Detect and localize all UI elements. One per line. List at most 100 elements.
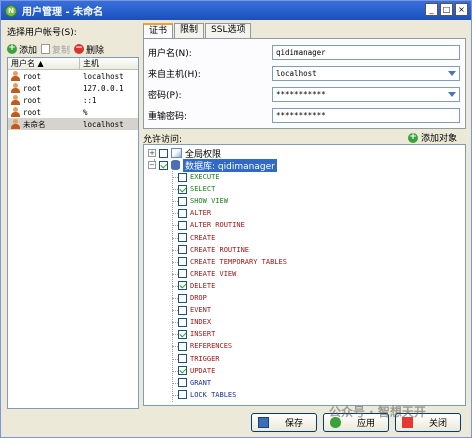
user-row[interactable]: 未命名 localhost [8, 118, 138, 130]
privilege-item[interactable]: CREATE [178, 232, 215, 244]
privilege-item[interactable]: CREATE VIEW [178, 268, 236, 280]
privilege-checkbox[interactable] [178, 378, 187, 388]
confirm-password-field[interactable]: *********** [272, 108, 460, 123]
close-button[interactable]: 关闭 [395, 413, 461, 432]
user-name: root [23, 83, 42, 93]
user-row[interactable]: root% [8, 106, 138, 118]
privilege-checkbox[interactable] [178, 184, 187, 194]
privilege-item[interactable]: DELETE [178, 280, 215, 292]
host-select[interactable]: localhost [272, 66, 460, 81]
privilege-item[interactable]: ALTER ROUTINE [178, 219, 245, 231]
copy-user-button[interactable]: 复制 [41, 43, 70, 56]
privilege-item[interactable]: REFERENCES [178, 340, 232, 352]
minimize-button[interactable]: _ [425, 3, 438, 16]
user-name: root [23, 71, 42, 81]
checkbox-database[interactable] [159, 160, 168, 170]
privilege-item[interactable]: EXECUTE [178, 171, 220, 183]
delete-icon: − [74, 43, 85, 54]
close-window-button[interactable]: × [455, 3, 468, 16]
chevron-down-icon[interactable] [445, 67, 459, 80]
tab-ssl[interactable]: SSL选项 [205, 23, 252, 38]
privilege-item[interactable]: SELECT [178, 183, 215, 195]
delete-user-button[interactable]: − 删除 [74, 43, 104, 56]
user-name: 未命名 [23, 119, 46, 129]
privilege-checkbox[interactable] [178, 305, 187, 315]
privilege-item[interactable]: GRANT [178, 377, 211, 389]
privilege-label: LOCK TABLES [190, 390, 237, 399]
privilege-checkbox[interactable] [178, 341, 187, 351]
privilege-tree[interactable]: + 全局权限 − 数据库: qidimanager EXECUTE SELECT S… [143, 144, 466, 406]
privilege-checkbox[interactable] [178, 245, 187, 255]
save-button[interactable]: 保存 [251, 413, 317, 432]
user-toolbar: + 添加 复制 − 删除 [7, 42, 139, 56]
tree-node-database[interactable]: − 数据库: qidimanager [148, 158, 277, 172]
expand-icon[interactable]: + [148, 149, 156, 157]
user-icon [11, 119, 20, 129]
privilege-checkbox[interactable] [178, 172, 187, 182]
user-list[interactable]: 用户名 ▲ 主机 root localhost root 127.0.0.1 root:… [7, 57, 139, 409]
maximize-button[interactable]: □ [440, 3, 453, 16]
privilege-checkbox[interactable] [178, 220, 187, 230]
privilege-item[interactable]: LOCK TABLES [178, 389, 236, 401]
collapse-icon[interactable]: − [148, 161, 156, 169]
privilege-checkbox[interactable] [178, 269, 187, 279]
privilege-item[interactable]: CREATE ROUTINE [178, 244, 249, 256]
apply-button[interactable]: 应用 [323, 413, 389, 432]
privilege-item[interactable]: ALTER [178, 207, 211, 219]
user-list-header: 用户名 ▲ 主机 [8, 58, 138, 70]
privilege-checkbox[interactable] [178, 281, 187, 291]
user-host: ::1 [83, 95, 97, 105]
user-name: root [23, 95, 42, 105]
password-label: 密码(P): [148, 91, 182, 101]
user-host: 127.0.0.1 [83, 83, 124, 93]
tab-credentials[interactable]: 证书 [143, 23, 174, 39]
privilege-item[interactable]: INSERT [178, 328, 215, 340]
add-object-button[interactable]: + 添加对象 [407, 131, 457, 144]
column-header-host[interactable]: 主机 [80, 58, 138, 69]
privilege-label: TRIGGER [190, 354, 220, 363]
tab-limits[interactable]: 限制 [174, 23, 205, 38]
user-row[interactable]: root localhost [8, 70, 138, 82]
privilege-checkbox[interactable] [178, 208, 187, 218]
privilege-checkbox[interactable] [178, 366, 187, 376]
privilege-label: CREATE VIEW [190, 269, 237, 278]
username-label: 用户名(N): [148, 49, 192, 59]
privilege-label: EXECUTE [190, 173, 220, 181]
privilege-item[interactable]: UPDATE [178, 365, 215, 377]
privilege-checkbox[interactable] [178, 196, 187, 206]
privilege-item[interactable]: INDEX [178, 316, 211, 328]
user-name: root [23, 107, 42, 117]
tree-node-global[interactable]: + 全局权限 [148, 147, 221, 160]
database-icon [171, 160, 180, 170]
privilege-checkbox[interactable] [178, 390, 187, 400]
privilege-label: UPDATE [190, 366, 216, 375]
privilege-label: ALTER ROUTINE [190, 221, 245, 230]
title-bar[interactable]: N 用户管理 - 未命名 _ □ × [1, 1, 471, 20]
privilege-checkbox[interactable] [178, 233, 187, 242]
user-manager-window: N 用户管理 - 未命名 _ □ × 选择用户帐号(S): + 添加 复制 − … [0, 0, 472, 438]
user-row[interactable]: root::1 [8, 94, 138, 106]
privilege-checkbox[interactable] [178, 329, 187, 339]
privilege-checkbox[interactable] [178, 317, 187, 327]
privilege-item[interactable]: TRIGGER [178, 353, 220, 365]
privilege-checkbox[interactable] [178, 354, 187, 363]
privilege-item[interactable]: SHOW VIEW [178, 195, 228, 207]
checkbox-global[interactable] [159, 148, 168, 158]
user-row[interactable]: root 127.0.0.1 [8, 82, 138, 94]
column-header-username[interactable]: 用户名 ▲ [8, 58, 80, 69]
database-node-label: 数据库: qidimanager [183, 158, 277, 172]
user-host: localhost [83, 71, 124, 81]
privilege-item[interactable]: CREATE TEMPORARY TABLES [178, 256, 287, 268]
privilege-item[interactable]: EVENT [178, 304, 211, 316]
privilege-label: SHOW VIEW [190, 197, 228, 206]
privilege-item[interactable]: DROP [178, 292, 207, 304]
add-user-button[interactable]: + 添加 [7, 43, 37, 56]
privilege-checkbox[interactable] [178, 293, 187, 303]
username-field[interactable]: qidimanager [272, 45, 460, 60]
user-icon [11, 95, 20, 105]
privilege-checkbox[interactable] [178, 257, 187, 267]
globe-icon [171, 148, 182, 158]
password-field[interactable]: *********** [272, 87, 460, 102]
chevron-down-icon[interactable] [445, 88, 459, 101]
user-icon [11, 71, 20, 81]
